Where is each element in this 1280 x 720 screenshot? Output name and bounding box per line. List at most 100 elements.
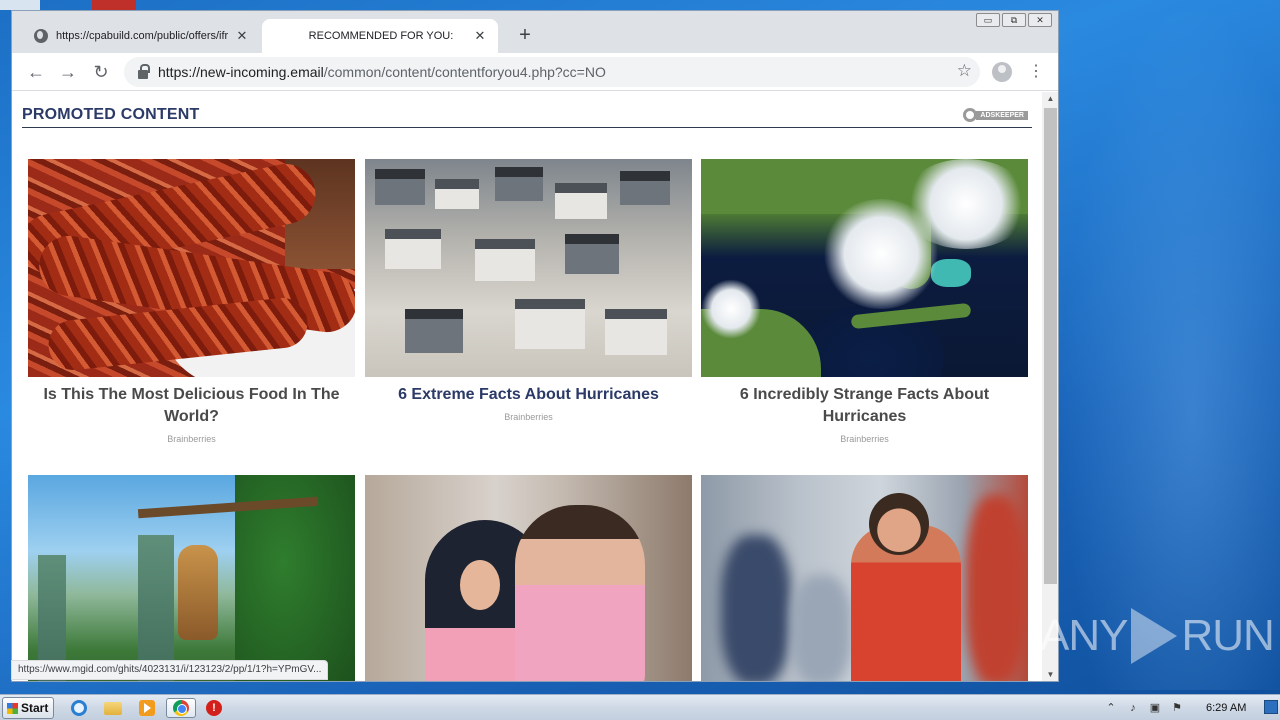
network-icon[interactable]: ▣ (1148, 701, 1162, 715)
media-player-icon (139, 700, 155, 716)
profile-avatar-icon[interactable] (992, 62, 1012, 82)
browser-window: https://cpabuild.com/public/offers/ifr ✕… (11, 10, 1059, 682)
hurricane-satellite-image[interactable] (701, 159, 1028, 377)
chrome-taskbar-button[interactable] (166, 698, 196, 718)
couple-image[interactable] (365, 475, 692, 681)
tab-recommended[interactable]: RECOMMENDED FOR YOU: ✕ (262, 19, 498, 53)
scroll-up-icon[interactable]: ▲ (1042, 92, 1058, 106)
house (435, 179, 479, 209)
play-icon (1131, 608, 1178, 664)
tab-title: https://cpabuild.com/public/offers/ifr (56, 30, 229, 42)
minimize-button[interactable]: ▭ (976, 13, 1000, 27)
browser-toolbar: ← → ↻ https://new-incoming.email/common/… (12, 53, 1058, 91)
card-title[interactable]: Is This The Most Delicious Food In The W… (28, 384, 355, 428)
house (555, 183, 607, 219)
close-window-button[interactable]: ✕ (1028, 13, 1052, 27)
folder-icon (104, 701, 122, 715)
watermark-right: RUN (1181, 611, 1274, 660)
chrome-icon (173, 700, 189, 716)
scroll-down-icon[interactable]: ▼ (1042, 668, 1058, 681)
clock[interactable]: 6:29 AM (1206, 702, 1246, 714)
internet-explorer-icon (71, 700, 87, 716)
new-tab-button[interactable]: + (514, 25, 536, 47)
house (620, 171, 670, 205)
system-tray: ⌃ ♪ ▣ ⚑ 6:29 AM (1104, 695, 1280, 720)
explorer-taskbar-button[interactable] (102, 698, 124, 718)
flag-icon[interactable]: ⚑ (1170, 701, 1184, 715)
adskeeper-logo[interactable]: ADSKEEPER (963, 108, 1028, 122)
card-title[interactable]: 6 Extreme Facts About Hurricanes (365, 384, 692, 406)
hanging-character (178, 545, 218, 640)
scroll-thumb[interactable] (1044, 108, 1057, 584)
address-bar[interactable]: https://new-incoming.email/common/conten… (124, 57, 980, 87)
house (475, 239, 535, 281)
media-player-taskbar-button[interactable] (136, 698, 158, 718)
adskeeper-label: ADSKEEPER (976, 110, 1028, 120)
face (460, 560, 500, 610)
blurred-crowd (721, 535, 791, 681)
windows-flag-icon (7, 703, 18, 714)
flooded-houses-image[interactable] (365, 159, 692, 377)
tab-title: RECOMMENDED FOR YOU: (308, 30, 454, 42)
lock-icon (138, 63, 150, 79)
blurred-crowd (791, 575, 851, 681)
content-card[interactable]: 6 Extreme Facts About Hurricanes Brainbe… (365, 159, 692, 422)
show-desktop-button[interactable] (1264, 700, 1278, 714)
start-label: Start (21, 701, 49, 715)
watermark-left: ANY (1040, 611, 1128, 660)
chevron-up-icon[interactable]: ⌃ (1104, 701, 1118, 715)
house (605, 309, 667, 355)
house (405, 309, 463, 353)
browser-menu-icon[interactable]: ⋮ (1028, 61, 1044, 83)
page-viewport: PROMOTED CONTENT ADSKEEPER Is This The M… (12, 92, 1042, 681)
taskbar: Start ! ⌃ ♪ ▣ ⚑ 6:29 AM (0, 694, 1280, 720)
anyrun-watermark: ANY RUN (1040, 608, 1275, 664)
desktop-glow (1060, 0, 1280, 690)
window-controls: ▭ ⧉ ✕ (976, 13, 1052, 27)
content-card[interactable] (365, 475, 692, 681)
footballer-image[interactable] (701, 475, 1028, 681)
card-source[interactable]: Brainberries (365, 412, 692, 422)
desktop-icon-partial (0, 0, 40, 10)
card-source[interactable]: Brainberries (28, 434, 355, 444)
tab-close-icon[interactable]: ✕ (234, 28, 250, 44)
house (385, 229, 441, 269)
ie-taskbar-button[interactable] (68, 698, 90, 718)
house (515, 299, 585, 349)
start-button[interactable]: Start (2, 697, 54, 719)
house (375, 169, 425, 205)
key-icon (963, 108, 978, 122)
back-button[interactable]: ← (25, 61, 47, 83)
card-title[interactable]: 6 Incredibly Strange Facts About Hurrica… (701, 384, 1028, 428)
content-card[interactable]: Is This The Most Delicious Food In The W… (28, 159, 355, 444)
content-card[interactable] (701, 475, 1028, 681)
tab-close-icon[interactable]: ✕ (472, 28, 488, 44)
speaker-icon[interactable]: ♪ (1126, 701, 1140, 715)
bacon-image[interactable] (28, 159, 355, 377)
tab-cpabuild[interactable]: https://cpabuild.com/public/offers/ifr ✕ (24, 19, 260, 53)
house (565, 234, 619, 274)
vertical-scrollbar[interactable]: ▲ ▼ (1042, 92, 1058, 681)
tab-strip: https://cpabuild.com/public/offers/ifr ✕… (12, 11, 1058, 53)
bookmark-star-icon[interactable]: ☆ (957, 61, 972, 81)
house (495, 167, 543, 201)
section-title: PROMOTED CONTENT (22, 106, 200, 123)
content-card[interactable] (28, 475, 355, 681)
maximize-button[interactable]: ⧉ (1002, 13, 1026, 27)
cloud (901, 159, 1028, 249)
url-host: https://new-incoming.email (158, 64, 324, 80)
desktop-red-element (92, 0, 136, 10)
globe-icon (34, 29, 48, 43)
blurred-crowd (966, 495, 1026, 681)
status-url: https://www.mgid.com/ghits/4023131/i/123… (11, 660, 329, 680)
forward-button[interactable]: → (57, 61, 79, 83)
promoted-header: PROMOTED CONTENT ADSKEEPER (22, 106, 1032, 128)
cloud (701, 279, 761, 339)
content-card[interactable]: 6 Incredibly Strange Facts About Hurrica… (701, 159, 1028, 444)
reload-button[interactable]: ↻ (90, 61, 112, 83)
game-jungle-image[interactable] (28, 475, 355, 681)
card-source[interactable]: Brainberries (701, 434, 1028, 444)
man-figure (515, 505, 645, 681)
stop-taskbar-button[interactable]: ! (203, 698, 225, 718)
player-head (869, 493, 929, 555)
